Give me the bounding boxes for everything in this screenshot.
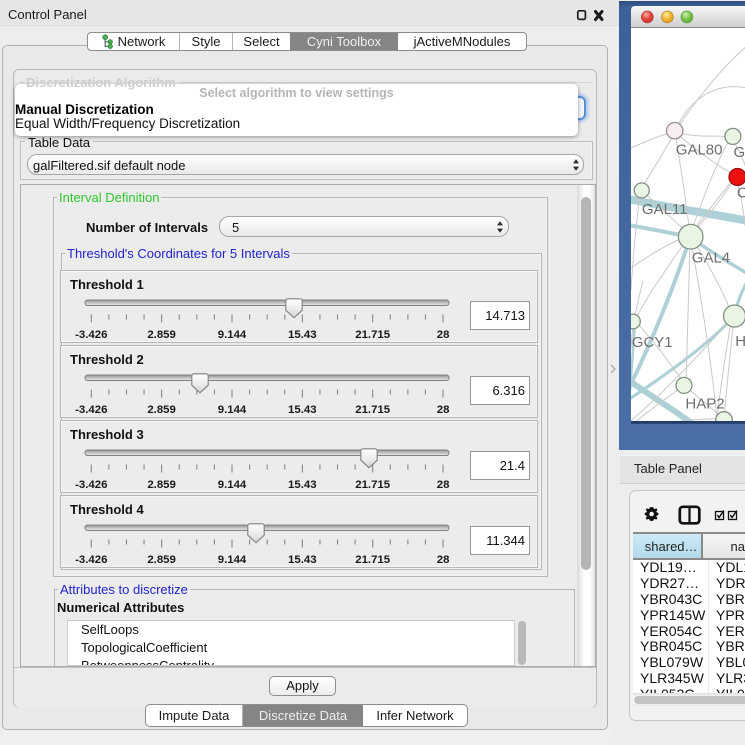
svg-text:15.43: 15.43: [288, 554, 317, 566]
svg-text:9.144: 9.144: [218, 554, 247, 566]
svg-text:HAP2: HAP2: [685, 396, 724, 413]
svg-text:GAL80: GAL80: [676, 142, 723, 159]
svg-text:H: H: [735, 333, 745, 350]
svg-text:-3.426: -3.426: [75, 329, 107, 341]
svg-text:21.715: 21.715: [355, 329, 391, 341]
svg-text:9.144: 9.144: [218, 479, 247, 491]
svg-text:-3.426: -3.426: [75, 554, 107, 566]
svg-text:15.43: 15.43: [288, 404, 317, 416]
svg-text:28: 28: [437, 479, 450, 491]
svg-text:GAL4: GAL4: [692, 250, 730, 267]
svg-text:28: 28: [437, 329, 450, 341]
svg-text:2.859: 2.859: [147, 404, 176, 416]
svg-text:-3.426: -3.426: [75, 479, 107, 491]
svg-text:2.859: 2.859: [147, 554, 176, 566]
svg-text:GCY1: GCY1: [632, 334, 673, 351]
svg-text:9.144: 9.144: [218, 329, 247, 341]
svg-text:GAL11: GAL11: [642, 201, 688, 218]
svg-text:15.43: 15.43: [288, 329, 317, 341]
svg-text:2.859: 2.859: [147, 329, 176, 341]
svg-text:C: C: [737, 185, 745, 202]
svg-text:-3.426: -3.426: [75, 404, 107, 416]
svg-text:2.859: 2.859: [147, 479, 176, 491]
svg-text:9.144: 9.144: [218, 404, 247, 416]
svg-text:G.: G.: [734, 144, 745, 161]
svg-text:28: 28: [437, 554, 450, 566]
svg-text:21.715: 21.715: [355, 404, 391, 416]
svg-text:28: 28: [437, 404, 450, 416]
svg-text:21.715: 21.715: [355, 554, 391, 566]
svg-text:21.715: 21.715: [355, 479, 391, 491]
svg-text:15.43: 15.43: [288, 479, 317, 491]
